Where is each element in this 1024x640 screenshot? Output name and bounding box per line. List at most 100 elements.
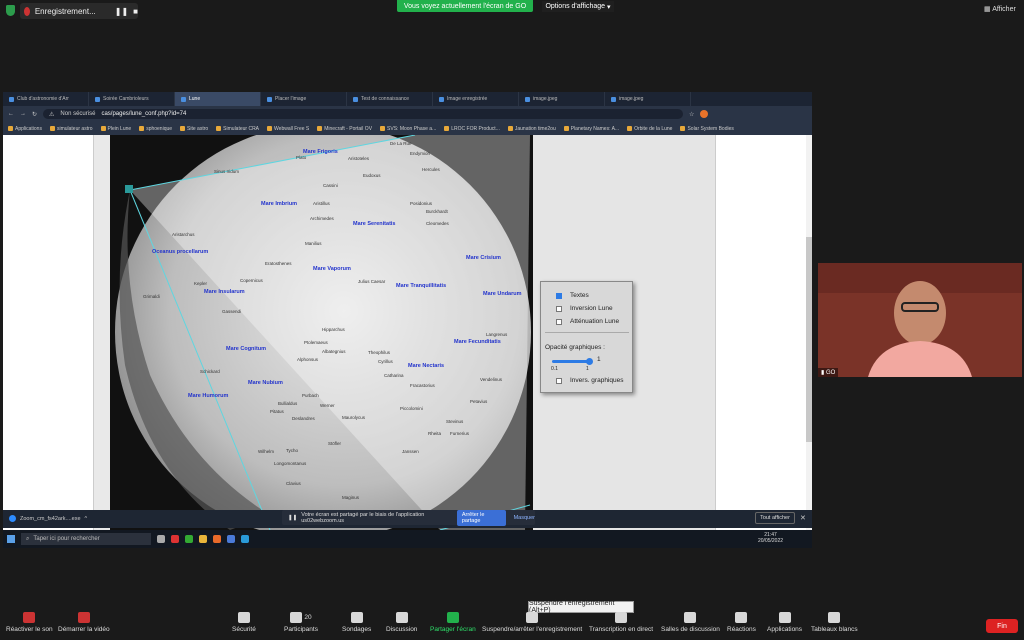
chat-button[interactable]: Discussion [386,612,417,633]
back-icon[interactable]: ← [8,111,14,117]
attenuation-checkbox[interactable] [556,318,562,325]
unmute-label: Réactiver le son [6,626,53,633]
profile-avatar[interactable] [700,110,709,118]
opera-icon[interactable] [171,535,179,543]
stop-icon[interactable]: ■ [133,7,138,16]
mare-label: Mare Tranquillitatis [396,283,446,289]
tab-favicon-icon [267,96,272,102]
crater-label: Aristillus [313,201,331,206]
texts-checkbox[interactable] [556,292,562,299]
reactions-label: Réactions [727,626,756,633]
opacity-slider-knob[interactable] [586,358,593,365]
end-meeting-button[interactable]: Fin [986,619,1018,633]
close-icon[interactable]: ✕ [800,514,806,522]
polls-button[interactable]: Sondages [342,612,371,633]
download-item[interactable]: Zoom_cm_fs42ark....exe ^ [9,515,87,522]
task-view-icon[interactable] [157,535,165,543]
crater-label: Maginus [342,495,360,500]
firefox-icon[interactable] [213,535,221,543]
bookmark-item[interactable]: Plein Lune [100,126,138,132]
participants-button[interactable]: 20 Participants [284,612,318,633]
folder-icon[interactable] [199,535,207,543]
share-banner: Vous voyez actuellement l'écran de GO [397,0,533,12]
stop-sharing-button[interactable]: Arrêter le partage [456,509,506,526]
invert-graphics-checkbox[interactable] [556,377,562,384]
url-field[interactable]: ⚠ Non sécurisé cas/pages/lune_conf.php?i… [43,109,684,119]
show-all-downloads-button[interactable]: Tout afficher [755,512,795,524]
bookmark-item[interactable]: Site astro [180,126,214,132]
taskbar-clock[interactable]: 21:47 20/05/2022 [758,532,783,544]
bookmark-item[interactable]: Webwall Free S [267,126,315,132]
chevron-up-icon[interactable]: ^ [85,516,88,522]
pause-recording-button[interactable]: Suspendre/arrêter l'enregistrement [482,612,582,633]
taskbar-search[interactable]: ⌕ Taper ici pour rechercher [21,533,151,545]
apps-button[interactable]: Applications [767,612,802,633]
invert-graphics-label: Invers. graphiques [570,377,624,384]
browser-tab[interactable]: Club d'astronomie d'Arr [3,92,89,106]
opacity-slider[interactable] [552,360,590,363]
browser-tab[interactable]: image.jpeg [605,92,691,106]
bookmark-item[interactable]: LROC FOR Product... [444,126,506,132]
pause-icon[interactable]: ❚❚ [115,7,128,16]
bookmark-item[interactable]: sphoenique [139,126,178,132]
bookmark-icon [380,126,386,131]
inversion-checkbox[interactable] [556,305,562,312]
browser-tab[interactable]: Soirée Cambrioleurs [89,92,175,106]
bookmark-item[interactable]: Orbite de la Lune [627,126,678,132]
breakout-icon [684,612,697,623]
mare-label: Mare Nectaris [408,363,444,369]
tab-favicon-icon [181,96,186,102]
start-video-button[interactable]: Démarrer la vidéo [58,612,110,633]
crater-label: Albategnius [322,349,346,354]
reload-icon[interactable]: ↻ [32,111,37,118]
shield-icon[interactable] [6,5,15,16]
bookmark-icon [317,126,323,131]
view-options-button[interactable]: Options d'affichage ▾ [542,1,614,12]
mare-label: Mare Nubium [248,380,283,386]
forward-icon[interactable]: → [20,111,26,117]
participant-video[interactable] [818,263,1022,377]
show-button[interactable]: ▦ Afficher [984,5,1016,13]
tab-title: image.jpeg [533,96,558,102]
browser-tab[interactable]: Test de connaissance [347,92,433,106]
chat-icon [395,612,408,623]
chrome-icon[interactable] [185,535,193,543]
whiteboard-button[interactable]: Tableaux blancs [811,612,858,633]
bookmark-item[interactable]: SVS: Moon Phase a... [380,126,442,132]
unmute-button[interactable]: Réactiver le son [6,612,53,633]
bookmark-item[interactable]: Minecraft - Portail OV [317,126,378,132]
mare-label: Mare Vaporum [313,266,351,272]
share-screen-button[interactable]: Partager l'écran [430,612,476,633]
browser-tab[interactable]: Image enregistrée [433,92,519,106]
crater-label: Cassini [323,183,338,188]
bookmark-item[interactable]: Planetary Names: A... [563,126,625,132]
browser-tab[interactable]: Lune [175,92,261,106]
moon-map[interactable]: Mare Frigoris Mare Imbrium Mare Serenitati… [110,135,533,530]
bookmark-item[interactable]: Jaunation time2ou [507,126,562,132]
recording-indicator[interactable]: Enregistrement... ❚❚ ■ [20,3,138,19]
scroll-thumb[interactable] [806,237,812,442]
security-button[interactable]: Sécurité [232,612,256,633]
breakout-rooms-button[interactable]: Salles de discussion [661,612,720,633]
reactions-button[interactable]: Réactions [727,612,756,633]
tab-favicon-icon [525,96,530,102]
bookmark-item[interactable]: simulateur astro [49,126,99,132]
face [894,281,946,345]
edge-icon[interactable] [241,535,249,543]
hide-button[interactable]: Masquer [514,515,535,521]
live-transcript-button[interactable]: Transcription en direct [589,612,653,633]
crater-label: Fracastorius [410,383,436,388]
bookmark-item[interactable]: Simulateur CRA [216,126,265,132]
mare-label: Mare Frigoris [303,149,338,155]
polls-icon [350,612,363,623]
bookmark-item[interactable]: Applications [8,126,48,132]
taskbar-search-text: Taper ici pour rechercher [33,536,100,542]
browser-tab[interactable]: image.jpeg [519,92,605,106]
bookmark-item[interactable]: Solar System Bodies [680,126,739,132]
browser-tab[interactable]: Placer l'image [261,92,347,106]
windows-start-icon[interactable] [7,535,15,543]
crater-label: Eudoxus [363,173,381,178]
star-icon[interactable]: ☆ [689,111,694,118]
word-icon[interactable] [227,535,235,543]
bookmark-label: Minecraft - Portail OV [324,125,373,132]
